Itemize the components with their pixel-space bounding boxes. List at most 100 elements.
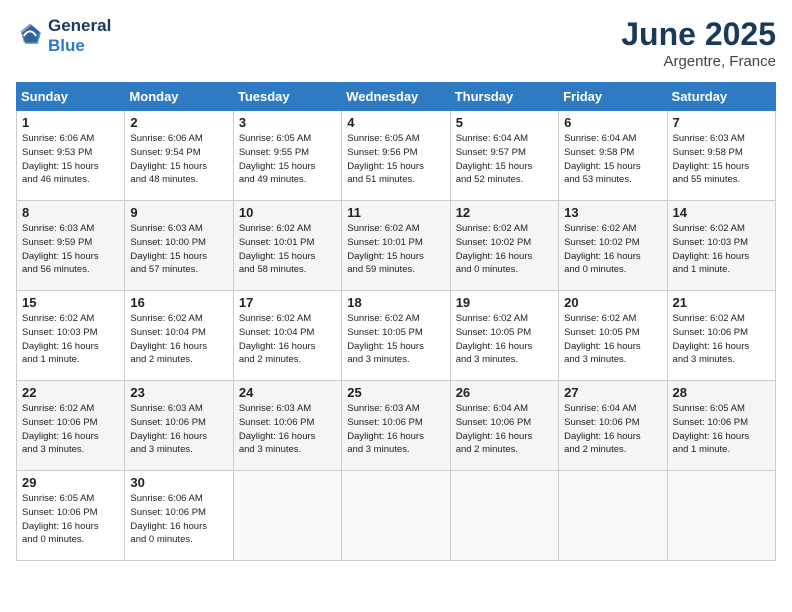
calendar-cell: 2 Sunrise: 6:06 AM Sunset: 9:54 PM Daylig… [125, 111, 233, 201]
day-number: 16 [130, 295, 227, 310]
calendar-table: SundayMondayTuesdayWednesdayThursdayFrid… [16, 82, 776, 561]
calendar-cell: 16 Sunrise: 6:02 AM Sunset: 10:04 PM Dayl… [125, 291, 233, 381]
day-number: 11 [347, 205, 444, 220]
calendar-cell [342, 471, 450, 561]
day-detail: Sunrise: 6:03 AM Sunset: 9:59 PM Dayligh… [22, 222, 119, 277]
day-detail: Sunrise: 6:03 AM Sunset: 10:06 PM Daylig… [239, 402, 336, 457]
calendar-week-row: 15 Sunrise: 6:02 AM Sunset: 10:03 PM Dayl… [17, 291, 776, 381]
day-number: 20 [564, 295, 661, 310]
logo-text: General Blue [48, 16, 111, 55]
day-number: 4 [347, 115, 444, 130]
day-number: 28 [673, 385, 770, 400]
day-detail: Sunrise: 6:02 AM Sunset: 10:04 PM Daylig… [239, 312, 336, 367]
calendar-cell: 21 Sunrise: 6:02 AM Sunset: 10:06 PM Dayl… [667, 291, 775, 381]
day-number: 29 [22, 475, 119, 490]
day-number: 25 [347, 385, 444, 400]
weekday-header: Monday [125, 83, 233, 111]
day-detail: Sunrise: 6:06 AM Sunset: 9:53 PM Dayligh… [22, 132, 119, 187]
weekday-header: Thursday [450, 83, 558, 111]
day-detail: Sunrise: 6:05 AM Sunset: 9:55 PM Dayligh… [239, 132, 336, 187]
day-number: 9 [130, 205, 227, 220]
calendar-cell [559, 471, 667, 561]
day-detail: Sunrise: 6:02 AM Sunset: 10:02 PM Daylig… [456, 222, 553, 277]
day-number: 15 [22, 295, 119, 310]
day-detail: Sunrise: 6:02 AM Sunset: 10:05 PM Daylig… [456, 312, 553, 367]
calendar-week-row: 1 Sunrise: 6:06 AM Sunset: 9:53 PM Daylig… [17, 111, 776, 201]
logo: General Blue [16, 16, 111, 55]
calendar-cell: 28 Sunrise: 6:05 AM Sunset: 10:06 PM Dayl… [667, 381, 775, 471]
day-detail: Sunrise: 6:04 AM Sunset: 10:06 PM Daylig… [564, 402, 661, 457]
weekday-header: Tuesday [233, 83, 341, 111]
calendar-cell: 3 Sunrise: 6:05 AM Sunset: 9:55 PM Daylig… [233, 111, 341, 201]
calendar-cell: 11Sunrise: 6:02 AM Sunset: 10:01 PM Dayl… [342, 201, 450, 291]
day-detail: Sunrise: 6:06 AM Sunset: 9:54 PM Dayligh… [130, 132, 227, 187]
day-number: 6 [564, 115, 661, 130]
logo-icon [16, 22, 44, 50]
calendar-cell: 19 Sunrise: 6:02 AM Sunset: 10:05 PM Dayl… [450, 291, 558, 381]
day-number: 5 [456, 115, 553, 130]
day-number: 21 [673, 295, 770, 310]
calendar-cell: 18 Sunrise: 6:02 AM Sunset: 10:05 PM Dayl… [342, 291, 450, 381]
day-number: 24 [239, 385, 336, 400]
day-number: 30 [130, 475, 227, 490]
day-number: 1 [22, 115, 119, 130]
calendar-week-row: 29Sunrise: 6:05 AM Sunset: 10:06 PM Dayl… [17, 471, 776, 561]
calendar-subtitle: Argentre, France [621, 53, 776, 70]
calendar-cell: 6Sunrise: 6:04 AM Sunset: 9:58 PM Daylig… [559, 111, 667, 201]
calendar-cell: 8 Sunrise: 6:03 AM Sunset: 9:59 PM Daylig… [17, 201, 125, 291]
calendar-cell: 15 Sunrise: 6:02 AM Sunset: 10:03 PM Dayl… [17, 291, 125, 381]
day-number: 17 [239, 295, 336, 310]
calendar-cell: 9 Sunrise: 6:03 AM Sunset: 10:00 PM Dayli… [125, 201, 233, 291]
calendar-cell: 13Sunrise: 6:02 AM Sunset: 10:02 PM Dayl… [559, 201, 667, 291]
day-number: 2 [130, 115, 227, 130]
weekday-header: Friday [559, 83, 667, 111]
day-detail: Sunrise: 6:03 AM Sunset: 9:58 PM Dayligh… [673, 132, 770, 187]
title-block: June 2025 Argentre, France [621, 16, 776, 70]
day-detail: Sunrise: 6:04 AM Sunset: 10:06 PM Daylig… [456, 402, 553, 457]
calendar-cell: 12Sunrise: 6:02 AM Sunset: 10:02 PM Dayl… [450, 201, 558, 291]
day-detail: Sunrise: 6:02 AM Sunset: 10:03 PM Daylig… [22, 312, 119, 367]
calendar-cell [450, 471, 558, 561]
calendar-cell: 4 Sunrise: 6:05 AM Sunset: 9:56 PM Daylig… [342, 111, 450, 201]
day-number: 13 [564, 205, 661, 220]
calendar-week-row: 8 Sunrise: 6:03 AM Sunset: 9:59 PM Daylig… [17, 201, 776, 291]
day-number: 27 [564, 385, 661, 400]
weekday-header: Wednesday [342, 83, 450, 111]
day-number: 19 [456, 295, 553, 310]
calendar-cell: 23 Sunrise: 6:03 AM Sunset: 10:06 PM Dayl… [125, 381, 233, 471]
page-header: General Blue June 2025 Argentre, France [16, 16, 776, 70]
day-detail: Sunrise: 6:02 AM Sunset: 10:05 PM Daylig… [564, 312, 661, 367]
day-detail: Sunrise: 6:02 AM Sunset: 10:01 PM Daylig… [239, 222, 336, 277]
day-number: 26 [456, 385, 553, 400]
day-detail: Sunrise: 6:03 AM Sunset: 10:06 PM Daylig… [347, 402, 444, 457]
day-detail: Sunrise: 6:02 AM Sunset: 10:05 PM Daylig… [347, 312, 444, 367]
calendar-cell: 30 Sunrise: 6:06 AM Sunset: 10:06 PM Dayl… [125, 471, 233, 561]
day-number: 14 [673, 205, 770, 220]
day-number: 10 [239, 205, 336, 220]
calendar-cell: 17 Sunrise: 6:02 AM Sunset: 10:04 PM Dayl… [233, 291, 341, 381]
day-detail: Sunrise: 6:02 AM Sunset: 10:03 PM Daylig… [673, 222, 770, 277]
day-number: 8 [22, 205, 119, 220]
day-number: 7 [673, 115, 770, 130]
day-detail: Sunrise: 6:06 AM Sunset: 10:06 PM Daylig… [130, 492, 227, 547]
day-detail: Sunrise: 6:03 AM Sunset: 10:06 PM Daylig… [130, 402, 227, 457]
day-detail: Sunrise: 6:02 AM Sunset: 10:06 PM Daylig… [673, 312, 770, 367]
day-number: 3 [239, 115, 336, 130]
day-detail: Sunrise: 6:02 AM Sunset: 10:04 PM Daylig… [130, 312, 227, 367]
day-detail: Sunrise: 6:03 AM Sunset: 10:00 PM Daylig… [130, 222, 227, 277]
calendar-cell: 24 Sunrise: 6:03 AM Sunset: 10:06 PM Dayl… [233, 381, 341, 471]
weekday-header: Saturday [667, 83, 775, 111]
day-detail: Sunrise: 6:05 AM Sunset: 9:56 PM Dayligh… [347, 132, 444, 187]
day-detail: Sunrise: 6:05 AM Sunset: 10:06 PM Daylig… [673, 402, 770, 457]
calendar-week-row: 22Sunrise: 6:02 AM Sunset: 10:06 PM Dayl… [17, 381, 776, 471]
calendar-cell: 26 Sunrise: 6:04 AM Sunset: 10:06 PM Dayl… [450, 381, 558, 471]
calendar-cell [233, 471, 341, 561]
calendar-cell: 14 Sunrise: 6:02 AM Sunset: 10:03 PM Dayl… [667, 201, 775, 291]
calendar-cell: 29Sunrise: 6:05 AM Sunset: 10:06 PM Dayl… [17, 471, 125, 561]
day-number: 18 [347, 295, 444, 310]
calendar-cell: 5Sunrise: 6:04 AM Sunset: 9:57 PM Daylig… [450, 111, 558, 201]
calendar-cell [667, 471, 775, 561]
day-number: 23 [130, 385, 227, 400]
calendar-cell: 1 Sunrise: 6:06 AM Sunset: 9:53 PM Daylig… [17, 111, 125, 201]
day-detail: Sunrise: 6:02 AM Sunset: 10:06 PM Daylig… [22, 402, 119, 457]
